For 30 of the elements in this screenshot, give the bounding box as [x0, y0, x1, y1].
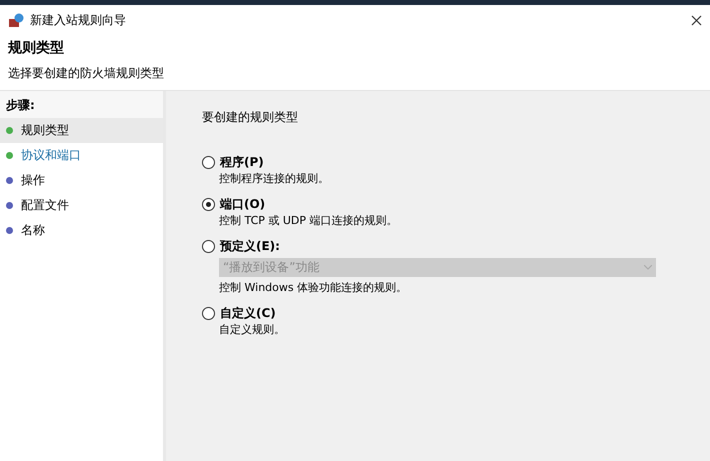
firewall-icon	[8, 12, 24, 28]
option-label: 端口(O)	[220, 196, 266, 213]
step-item[interactable]: 规则类型	[0, 118, 163, 143]
radio-button[interactable]	[202, 156, 215, 169]
close-icon[interactable]	[691, 14, 702, 26]
option-description: 自定义规则。	[218, 322, 286, 337]
radio-button[interactable]	[202, 240, 215, 253]
radio-button[interactable]	[202, 198, 215, 211]
step-label: 协议和端口	[21, 147, 81, 164]
step-label: 名称	[21, 222, 45, 239]
option-label: 程序(P)	[220, 154, 264, 171]
step-label: 操作	[21, 172, 45, 189]
option-description: 控制 Windows 体验功能连接的规则。	[218, 280, 408, 295]
option-description: 控制程序连接的规则。	[218, 171, 330, 186]
page-subtitle: 选择要创建的防火墙规则类型	[8, 65, 165, 82]
window-title: 新建入站规则向导	[30, 12, 127, 28]
step-item[interactable]: 操作	[0, 168, 163, 193]
step-item[interactable]: 配置文件	[0, 193, 163, 218]
option-label: 自定义(C)	[220, 305, 276, 322]
steps-heading: 步骤:	[0, 91, 163, 118]
page-title: 规则类型	[8, 39, 65, 57]
option-description: 控制 TCP 或 UDP 端口连接的规则。	[218, 213, 399, 228]
step-item[interactable]: 名称	[0, 218, 163, 243]
step-label: 配置文件	[21, 197, 69, 214]
prompt-text: 要创建的规则类型	[202, 109, 299, 126]
caret-icon	[644, 265, 652, 270]
step-label: 规则类型	[21, 122, 69, 139]
option-label: 预定义(E):	[220, 238, 280, 255]
step-item[interactable]: 协议和端口	[0, 143, 163, 168]
radio-button[interactable]	[202, 307, 215, 320]
